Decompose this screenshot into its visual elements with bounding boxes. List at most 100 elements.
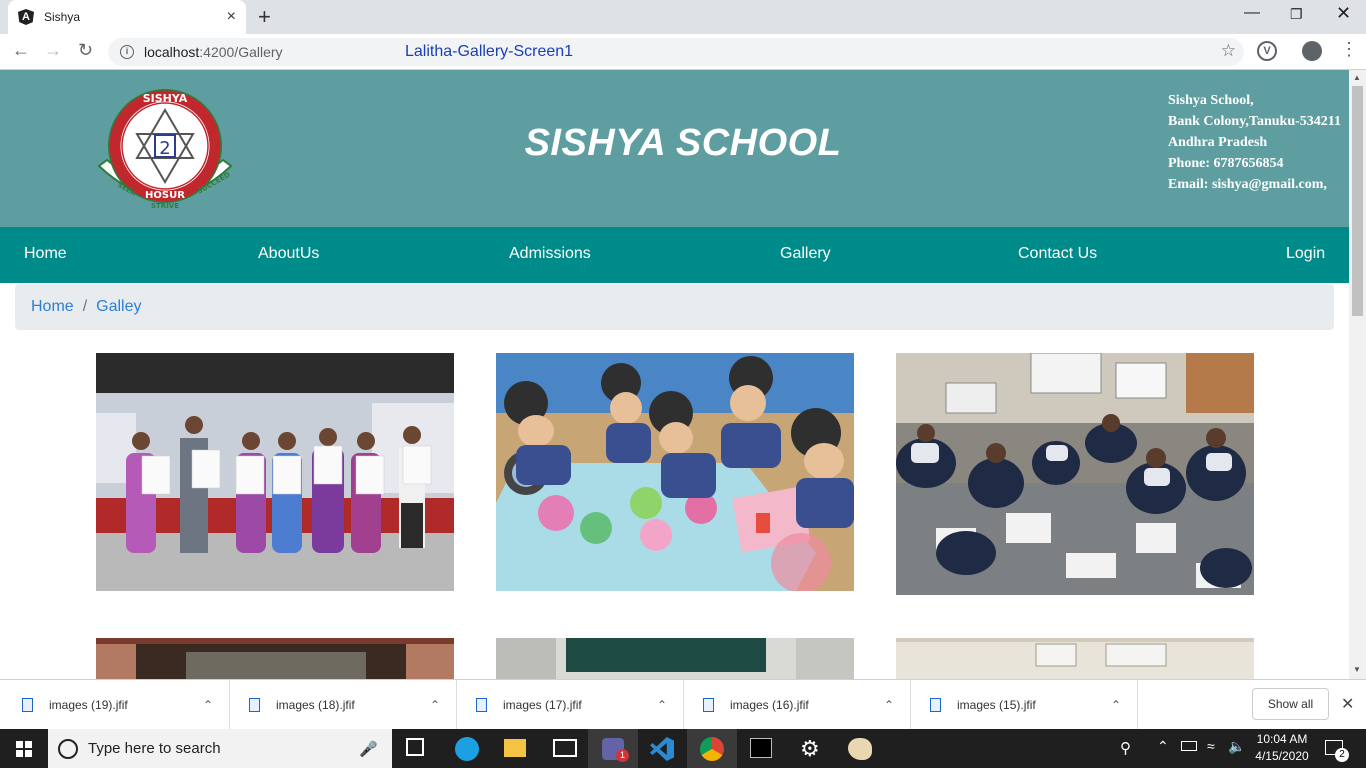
children-painting-earth-day-poster-photo[interactable] <box>496 353 854 591</box>
close-download-shelf-icon[interactable]: ✕ <box>1341 694 1354 714</box>
site-header: 2 SISHYA HOSUR SEEK STRIVE SUCCEED SISHY… <box>0 70 1349 227</box>
svg-text:STRIVE: STRIVE <box>151 202 179 210</box>
profile-icon[interactable] <box>1302 41 1322 61</box>
address-bar[interactable]: i localhost:4200/Gallery Lalitha-Gallery… <box>108 38 1244 66</box>
scroll-down-arrow-icon[interactable]: ▼ <box>1353 665 1361 674</box>
download-item[interactable]: images (19).jfif ⌃ <box>0 680 230 730</box>
nav-aboutus[interactable]: AboutUs <box>258 245 319 263</box>
windows-taskbar: Type here to search 🎤 1 ⚙ ⚲ ⌃ ≈ 🔈 10:04 … <box>0 729 1366 768</box>
tab-title: Sishya <box>44 10 81 24</box>
vscode-icon[interactable] <box>650 737 674 761</box>
school-address: Sishya School, Bank Colony,Tanuku-534211… <box>1168 90 1341 195</box>
url-text[interactable]: localhost:4200/Gallery <box>144 44 283 60</box>
paint-icon[interactable] <box>848 738 872 760</box>
download-filename: images (17).jfif <box>503 698 582 712</box>
omnibox-note: Lalitha-Gallery-Screen1 <box>405 43 574 60</box>
nav-contact-us[interactable]: Contact Us <box>1018 245 1097 263</box>
chevron-up-icon[interactable]: ⌃ <box>1111 698 1121 712</box>
address-email: Email: sishya@gmail.com, <box>1168 177 1327 192</box>
breadcrumb-separator: / <box>82 298 88 315</box>
web-page: 2 SISHYA HOSUR SEEK STRIVE SUCCEED SISHY… <box>0 70 1349 679</box>
download-shelf: images (19).jfif ⌃ images (18).jfif ⌃ im… <box>0 679 1366 730</box>
volume-icon[interactable]: 🔈 <box>1228 738 1245 755</box>
svg-text:HOSUR: HOSUR <box>145 190 185 201</box>
chevron-up-icon[interactable]: ⌃ <box>203 698 213 712</box>
download-filename: images (16).jfif <box>730 698 809 712</box>
wifi-icon[interactable]: ≈ <box>1207 738 1215 754</box>
students-drawing-on-floor-photo[interactable] <box>896 353 1254 595</box>
people-icon[interactable]: ⚲ <box>1120 739 1131 757</box>
forward-icon[interactable]: → <box>44 40 62 61</box>
site-info-icon[interactable]: i <box>120 45 134 59</box>
svg-text:SISHYA: SISHYA <box>143 92 188 105</box>
download-filename: images (19).jfif <box>49 698 128 712</box>
menu-kebab-icon[interactable]: ⋮ <box>1340 39 1358 60</box>
close-tab-icon[interactable]: × <box>227 8 236 26</box>
image-file-icon <box>703 698 714 712</box>
chevron-up-icon[interactable]: ⌃ <box>430 698 440 712</box>
file-explorer-icon[interactable] <box>504 739 526 757</box>
search-icon <box>58 738 78 759</box>
room-with-windows-photo[interactable] <box>896 638 1254 679</box>
nav-home[interactable]: Home <box>24 245 67 263</box>
show-hidden-icons-chevron-icon[interactable]: ⌃ <box>1157 738 1169 755</box>
scrollbar-thumb[interactable] <box>1352 86 1363 316</box>
address-line: Sishya School, <box>1168 93 1254 108</box>
classroom-board-photo[interactable] <box>496 638 854 679</box>
browser-toolbar: ← → ↻ i localhost:4200/Gallery Lalitha-G… <box>0 34 1366 70</box>
chrome-taskbar-button[interactable] <box>687 729 737 768</box>
reload-icon[interactable]: ↻ <box>78 40 93 61</box>
microphone-icon[interactable]: 🎤 <box>359 740 378 758</box>
staff-holding-certificates-photo[interactable] <box>96 353 454 591</box>
breadcrumb-home[interactable]: Home <box>31 298 74 316</box>
download-filename: images (15).jfif <box>957 698 1036 712</box>
address-phone: Phone: 6787656854 <box>1168 156 1284 171</box>
image-file-icon <box>22 698 33 712</box>
angular-icon: A <box>18 9 34 25</box>
nav-login[interactable]: Login <box>1286 245 1325 263</box>
vivaldi-extension-icon[interactable]: V <box>1257 41 1277 61</box>
browser-tab-strip: A Sishya × + — ❐ ✕ <box>0 0 1366 34</box>
classroom-photo[interactable] <box>96 638 454 679</box>
address-line: Bank Colony,Tanuku-534211 <box>1168 114 1342 129</box>
browser-tab[interactable]: A Sishya × <box>8 0 246 34</box>
close-window-icon[interactable]: ✕ <box>1336 3 1351 24</box>
scroll-up-arrow-icon[interactable]: ▲ <box>1353 73 1361 82</box>
download-item[interactable]: images (15).jfif ⌃ <box>911 680 1138 730</box>
chevron-up-icon[interactable]: ⌃ <box>657 698 667 712</box>
image-file-icon <box>476 698 487 712</box>
notification-count-badge: 2 <box>1335 748 1349 762</box>
show-all-downloads-button[interactable]: Show all <box>1252 688 1329 720</box>
chrome-icon <box>700 737 724 761</box>
breadcrumb-current: Galley <box>96 298 142 315</box>
maximize-icon[interactable]: ❐ <box>1290 6 1303 23</box>
back-icon[interactable]: ← <box>12 40 30 61</box>
nav-admissions[interactable]: Admissions <box>509 245 591 263</box>
battery-icon[interactable] <box>1181 741 1197 751</box>
minimize-icon[interactable]: — <box>1244 4 1260 22</box>
breadcrumb: Home / Galley <box>15 284 1334 330</box>
image-file-icon <box>249 698 260 712</box>
teams-badge: 1 <box>616 749 629 762</box>
edge-browser-icon[interactable] <box>455 737 479 761</box>
settings-gear-icon[interactable]: ⚙ <box>800 736 820 762</box>
address-line: Andhra Pradesh <box>1168 135 1268 150</box>
page-scrollbar[interactable]: ▲ ▼ <box>1349 70 1366 679</box>
taskbar-search-box[interactable]: Type here to search 🎤 <box>48 729 392 768</box>
chevron-up-icon[interactable]: ⌃ <box>884 698 894 712</box>
bookmark-star-icon[interactable]: ☆ <box>1221 41 1236 61</box>
terminal-icon[interactable] <box>750 738 772 758</box>
nav-gallery[interactable]: Gallery <box>780 245 831 263</box>
new-tab-button[interactable]: + <box>258 4 271 30</box>
download-item[interactable]: images (16).jfif ⌃ <box>684 680 911 730</box>
download-filename: images (18).jfif <box>276 698 355 712</box>
windows-start-icon[interactable] <box>16 741 32 757</box>
task-view-icon[interactable] <box>406 738 424 756</box>
mail-icon[interactable] <box>553 739 577 757</box>
taskbar-clock[interactable]: 10:04 AM 4/15/2020 <box>1252 731 1312 765</box>
teams-taskbar-button[interactable]: 1 <box>588 729 638 768</box>
clock-date: 4/15/2020 <box>1255 749 1309 763</box>
download-item[interactable]: images (18).jfif ⌃ <box>230 680 457 730</box>
school-title: SISHYA SCHOOL <box>524 122 842 164</box>
download-item[interactable]: images (17).jfif ⌃ <box>457 680 684 730</box>
